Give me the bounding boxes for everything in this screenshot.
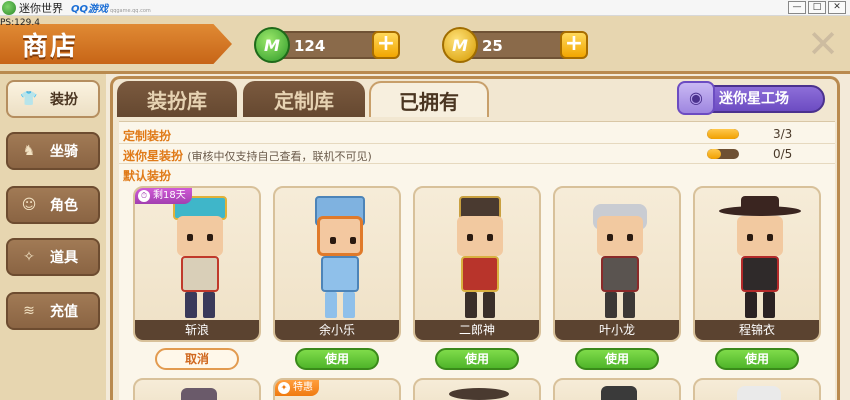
mini-bean-amount: 124	[294, 37, 326, 55]
close-window-button[interactable]: ✕	[828, 1, 846, 14]
outfit-card[interactable]	[693, 378, 821, 400]
outfit-card[interactable]: 余小乐	[273, 186, 401, 342]
section-count: 3/3	[773, 127, 793, 141]
coins-icon: ≋	[23, 303, 35, 319]
clock-icon: ⏱	[138, 190, 150, 202]
sidebar-item-label: 充值	[50, 304, 78, 320]
qq-game-logo: QQ游戏	[71, 4, 109, 15]
character-avatar	[719, 196, 801, 324]
outfit-name: 叶小龙	[555, 320, 679, 340]
character-avatar	[299, 196, 379, 324]
section-label: 迷你星装扮 (审核中仅支持自己查看，联机不可见)	[123, 149, 372, 163]
character-avatar	[159, 196, 239, 324]
outfit-card[interactable]: 程锦衣	[693, 186, 821, 342]
section-count: 0/5	[773, 147, 793, 161]
sidebar-item-mount[interactable]: ♞ 坐骑	[6, 132, 100, 170]
sidebar-item-label: 装扮	[50, 92, 78, 108]
maximize-button[interactable]: □	[808, 1, 826, 14]
outfit-card[interactable]: 叶小龙	[553, 186, 681, 342]
mini-star-outfit-progress	[707, 149, 739, 159]
sidebar-item-label: 坐骑	[50, 144, 78, 160]
character-icon: ☺	[21, 197, 37, 213]
sidebar-item-outfit[interactable]: 👕 装扮	[6, 80, 100, 118]
add-mini-coin-button[interactable]: +	[560, 31, 588, 59]
outfit-card[interactable]	[133, 378, 261, 400]
section-mini-star-outfits[interactable]: 迷你星装扮 (审核中仅支持自己查看，联机不可见) 0/5	[119, 144, 835, 164]
workshop-label: 迷你星工场	[719, 91, 789, 107]
discount-badge: ✦ 特惠	[275, 380, 319, 396]
sidebar-item-label: 角色	[50, 198, 78, 214]
tab-outfit-library[interactable]: 装扮库	[117, 81, 237, 117]
mini-coin-icon: M	[442, 27, 478, 63]
minimize-button[interactable]: —	[788, 1, 806, 14]
use-outfit-button[interactable]: 使用	[575, 348, 659, 370]
character-avatar	[579, 196, 659, 324]
sidebar-item-character[interactable]: ☺ 角色	[6, 186, 100, 224]
outfit-card[interactable]	[413, 378, 541, 400]
qq-game-url: qqgame.qq.com	[110, 7, 151, 14]
shirt-icon: 👕	[20, 91, 38, 107]
window-titlebar: 迷你世界 QQ游戏 qqgame.qq.com — □ ✕	[0, 0, 850, 16]
mount-icon: ♞	[22, 143, 36, 159]
outfit-card[interactable]: ✦ 特惠	[273, 378, 401, 400]
outfit-name: 余小乐	[275, 320, 399, 340]
character-avatar	[439, 196, 519, 324]
sidebar-item-label: 道具	[50, 250, 78, 266]
section-label: 默认装扮	[123, 169, 172, 183]
use-outfit-button[interactable]: 使用	[715, 348, 799, 370]
use-outfit-button[interactable]: 使用	[435, 348, 519, 370]
sidebar-item-prop[interactable]: ✧ 道具	[6, 238, 100, 276]
shop-header: PS:129.4 商店 M 124 + M 25 + ✕	[0, 16, 850, 74]
tag-icon: ✦	[278, 382, 290, 394]
section-label: 定制装扮	[123, 129, 172, 143]
shop-title: 商店	[22, 32, 79, 62]
camera-icon: ◉	[677, 81, 715, 115]
mini-bean-balance: M 124 +	[254, 27, 400, 63]
shop-sidebar: 👕 装扮 ♞ 坐骑 ☺ 角色 ✧ 道具 ≋ 充值	[0, 74, 106, 400]
mini-coin-balance: M 25 +	[442, 27, 588, 63]
tab-owned[interactable]: 已拥有	[369, 81, 489, 117]
section-custom-outfits[interactable]: 定制装扮 3/3	[119, 124, 835, 144]
tab-custom-library[interactable]: 定制库	[243, 81, 365, 117]
outfit-card[interactable]: ⏱ 剩18天 斩浪	[133, 186, 261, 342]
item-icon: ✧	[23, 249, 35, 265]
mini-star-workshop-button[interactable]: ◉ 迷你星工场	[677, 81, 825, 115]
custom-outfit-progress	[707, 129, 739, 139]
close-shop-button[interactable]: ✕	[804, 25, 842, 64]
section-default-outfits: 默认装扮	[119, 164, 835, 184]
window-title: 迷你世界	[19, 1, 63, 15]
outfit-name: 斩浪	[135, 320, 259, 340]
section-note: (审核中仅支持自己查看，联机不可见)	[187, 150, 372, 163]
sidebar-item-recharge[interactable]: ≋ 充值	[6, 292, 100, 330]
cancel-outfit-button[interactable]: 取消	[155, 348, 239, 370]
add-mini-bean-button[interactable]: +	[372, 31, 400, 59]
expiry-badge: ⏱ 剩18天	[135, 188, 192, 204]
outfit-panel: 装扮库 定制库 已拥有 ◉ 迷你星工场 定制装扮 3/3 迷你星装扮 (审核中仅…	[110, 76, 840, 400]
mini-bean-icon: M	[254, 27, 290, 63]
outfit-name: 二郎神	[415, 320, 539, 340]
app-icon	[2, 0, 16, 15]
outfit-name: 程锦衣	[695, 320, 819, 340]
outfit-card[interactable]	[553, 378, 681, 400]
owned-list: 定制装扮 3/3 迷你星装扮 (审核中仅支持自己查看，联机不可见) 0/5 默认…	[119, 121, 835, 400]
use-outfit-button[interactable]: 使用	[295, 348, 379, 370]
mini-coin-amount: 25	[482, 37, 503, 55]
outfit-card[interactable]: 二郎神	[413, 186, 541, 342]
